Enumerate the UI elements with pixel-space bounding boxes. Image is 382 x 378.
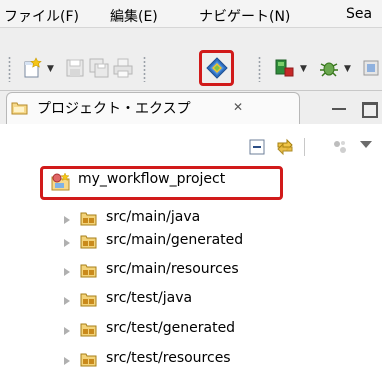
run-dropdown-arrow[interactable]: ▼ [300, 64, 307, 74]
collapse-all-icon[interactable] [249, 139, 265, 155]
menu-bar: ファイル(F) 編集(E) ナビゲート(N) Sea [0, 0, 382, 28]
toolbar-grip[interactable] [8, 56, 11, 82]
minimize-icon[interactable] [332, 100, 346, 110]
expand-chevron-icon[interactable] [64, 268, 70, 276]
tree-folder-item[interactable]: src/main/generated [60, 230, 340, 256]
source-folder-icon [80, 234, 98, 250]
folder-label: src/main/java [106, 209, 201, 225]
view-menu-chevron-down-icon[interactable] [360, 141, 372, 148]
tree-folder-item[interactable]: src/test/java [60, 288, 340, 314]
save-icon [64, 57, 86, 79]
source-folder-icon [80, 263, 98, 279]
toolbar-grip[interactable] [143, 56, 146, 82]
new-wizard-icon[interactable] [22, 57, 44, 79]
new-dropdown-arrow[interactable]: ▼ [47, 64, 54, 74]
menu-edit[interactable]: 編集(E) [110, 6, 158, 26]
toolbar-separator [304, 138, 305, 156]
focus-icon [331, 138, 349, 156]
toolbar-grip[interactable] [258, 56, 261, 82]
expand-chevron-icon[interactable] [64, 297, 70, 305]
more-toolbar-icon[interactable] [362, 57, 382, 79]
source-folder-icon [80, 352, 98, 368]
folder-label: src/main/resources [106, 261, 239, 277]
menu-search[interactable]: Sea [346, 6, 372, 22]
source-folder-icon [80, 322, 98, 338]
expand-chevron-icon[interactable] [64, 357, 70, 365]
highlight-toolbar-button [199, 50, 234, 86]
close-icon[interactable]: ✕ [233, 100, 243, 114]
view-toolbar [0, 124, 382, 163]
tab-project-explorer[interactable]: プロジェクト・エクスプ ✕ [6, 92, 300, 124]
tree-folder-item[interactable]: src/test/generated [60, 318, 340, 344]
print-icon [112, 57, 134, 79]
source-folder-icon [80, 211, 98, 227]
highlight-project [40, 166, 283, 200]
expand-chevron-icon[interactable] [64, 216, 70, 224]
menu-file[interactable]: ファイル(F) [4, 6, 79, 26]
tree-folder-item[interactable]: src/test/resources [60, 348, 340, 374]
expand-chevron-icon[interactable] [64, 327, 70, 335]
folder-label: src/test/resources [106, 350, 231, 366]
maximize-icon[interactable] [362, 102, 378, 118]
run-icon[interactable] [274, 57, 296, 79]
expand-chevron-icon[interactable] [64, 239, 70, 247]
folder-label: src/test/java [106, 290, 193, 306]
tree-folder-item[interactable]: src/main/resources [60, 259, 340, 285]
debug-dropdown-arrow[interactable]: ▼ [344, 64, 351, 74]
view-title: プロジェクト・エクスプ [37, 101, 191, 117]
menu-navigate[interactable]: ナビゲート(N) [199, 6, 290, 26]
project-explorer-icon [11, 100, 29, 116]
save-all-icon [88, 57, 110, 79]
source-folder-icon [80, 292, 98, 308]
debug-icon[interactable] [318, 57, 340, 79]
folder-label: src/test/generated [106, 320, 236, 336]
folder-label: src/main/generated [106, 232, 244, 248]
link-with-editor-icon[interactable] [275, 137, 295, 157]
